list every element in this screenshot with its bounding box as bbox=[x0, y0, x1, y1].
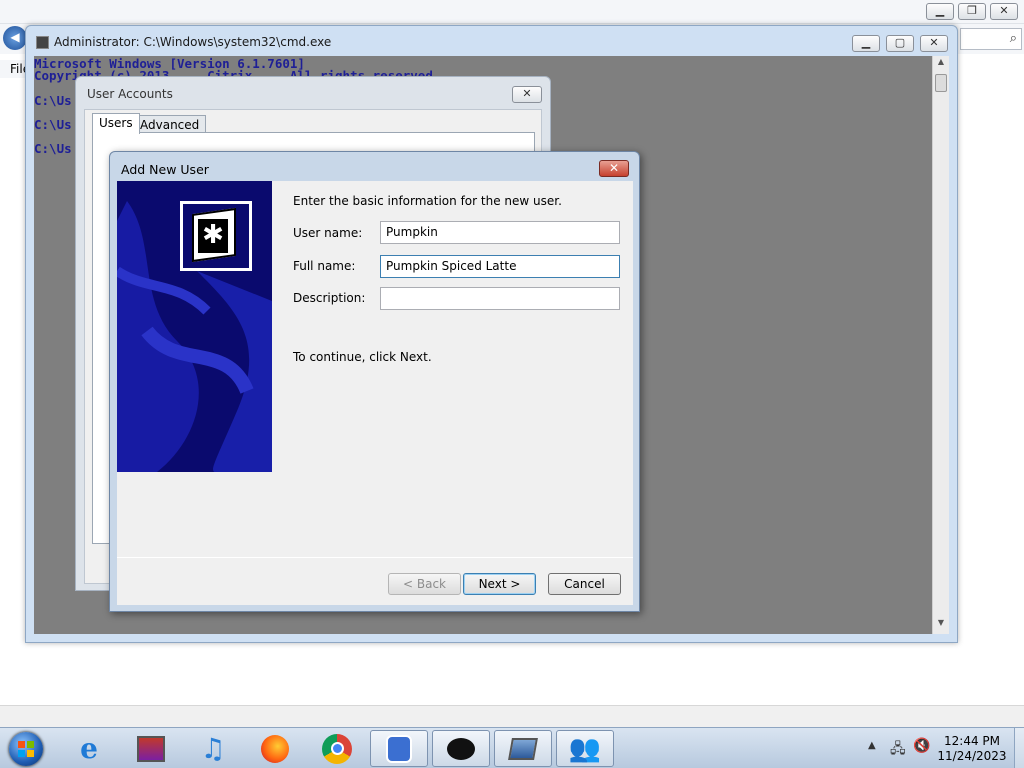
show-hidden-icons-icon[interactable]: ▲ bbox=[868, 740, 876, 751]
intro-text: Enter the basic information for the new … bbox=[293, 194, 562, 208]
archive-icon[interactable] bbox=[122, 730, 180, 767]
user-key-icon: ✱ bbox=[180, 201, 252, 271]
itunes-icon[interactable]: ♫ bbox=[184, 730, 242, 767]
internet-explorer-icon[interactable]: e bbox=[60, 730, 118, 767]
cmd-title: Administrator: C:\Windows\system32\cmd.e… bbox=[54, 35, 332, 49]
taskbar: e ♫ 👥 ▲ 🖧 🔇 12:44 PM 11/24/2023 bbox=[0, 727, 1024, 768]
fullname-field[interactable]: Pumpkin Spiced Latte bbox=[380, 255, 620, 278]
user-accounts-title: User Accounts bbox=[87, 87, 173, 101]
cancel-button[interactable]: Cancel bbox=[548, 573, 621, 595]
add-new-user-body: ✱ Enter the basic information for the ne… bbox=[117, 181, 633, 605]
description-field[interactable] bbox=[380, 287, 620, 310]
start-button[interactable] bbox=[4, 730, 48, 768]
add-new-user-dialog[interactable]: Add New User ✕ ✱ Enter the basic informa… bbox=[109, 151, 640, 612]
scroll-up-icon[interactable]: ▲ bbox=[934, 57, 948, 71]
robot-app-icon[interactable] bbox=[370, 730, 428, 767]
chrome-icon[interactable] bbox=[308, 730, 366, 767]
bg-minimize-button[interactable]: ▁ bbox=[926, 3, 954, 20]
scroll-thumb[interactable] bbox=[935, 74, 947, 92]
username-label: User name: bbox=[293, 226, 363, 240]
background-window-titlebar: ▁ ❐ ✕ bbox=[0, 0, 1024, 24]
show-desktop-button[interactable] bbox=[1014, 728, 1024, 768]
search-icon: ⌕ bbox=[1009, 31, 1017, 46]
network-icon[interactable]: 🖧 bbox=[890, 738, 906, 762]
cmd-line: C:\Us bbox=[34, 141, 72, 156]
cmd-icon bbox=[36, 36, 49, 49]
cmd-line: C:\Us bbox=[34, 93, 72, 108]
speaker-muted-icon[interactable]: 🔇 bbox=[913, 738, 930, 754]
tab-users[interactable]: Users bbox=[92, 113, 140, 134]
wizard-banner-image: ✱ bbox=[117, 181, 272, 472]
add-new-user-close-button[interactable]: ✕ bbox=[599, 160, 629, 177]
cmd-maximize-button[interactable]: ▢ bbox=[886, 35, 914, 52]
divider bbox=[117, 557, 633, 558]
fullname-label: Full name: bbox=[293, 259, 356, 273]
clock-time: 12:44 PM bbox=[944, 734, 1000, 748]
next-button[interactable]: Next > bbox=[463, 573, 536, 595]
back-arrow-icon[interactable]: ◀ bbox=[3, 26, 27, 50]
firefox-icon[interactable] bbox=[246, 730, 304, 767]
clock-date: 11/24/2023 bbox=[937, 749, 1007, 763]
bg-close-button[interactable]: ✕ bbox=[990, 3, 1018, 20]
add-new-user-title: Add New User bbox=[121, 162, 209, 177]
computer-icon[interactable] bbox=[494, 730, 552, 767]
cmd-close-button[interactable]: ✕ bbox=[920, 35, 948, 52]
description-label: Description: bbox=[293, 291, 366, 305]
search-box[interactable]: ⌕ bbox=[960, 28, 1022, 50]
bg-restore-button[interactable]: ❐ bbox=[958, 3, 986, 20]
cmd-line: C:\Us bbox=[34, 117, 72, 132]
username-field[interactable]: Pumpkin bbox=[380, 221, 620, 244]
cmd-scrollbar[interactable]: ▲ ▼ bbox=[932, 56, 949, 634]
user-accounts-icon[interactable]: 👥 bbox=[556, 730, 614, 767]
back-button[interactable]: < Back bbox=[388, 573, 461, 595]
cmd-minimize-button[interactable]: ▁ bbox=[852, 35, 880, 52]
scroll-down-icon[interactable]: ▼ bbox=[934, 618, 948, 632]
continue-text: To continue, click Next. bbox=[293, 350, 432, 364]
user-accounts-close-button[interactable]: ✕ bbox=[512, 86, 542, 103]
clock[interactable]: 12:44 PM 11/24/2023 bbox=[932, 734, 1012, 764]
status-bar bbox=[0, 705, 1024, 727]
ink-app-icon[interactable] bbox=[432, 730, 490, 767]
